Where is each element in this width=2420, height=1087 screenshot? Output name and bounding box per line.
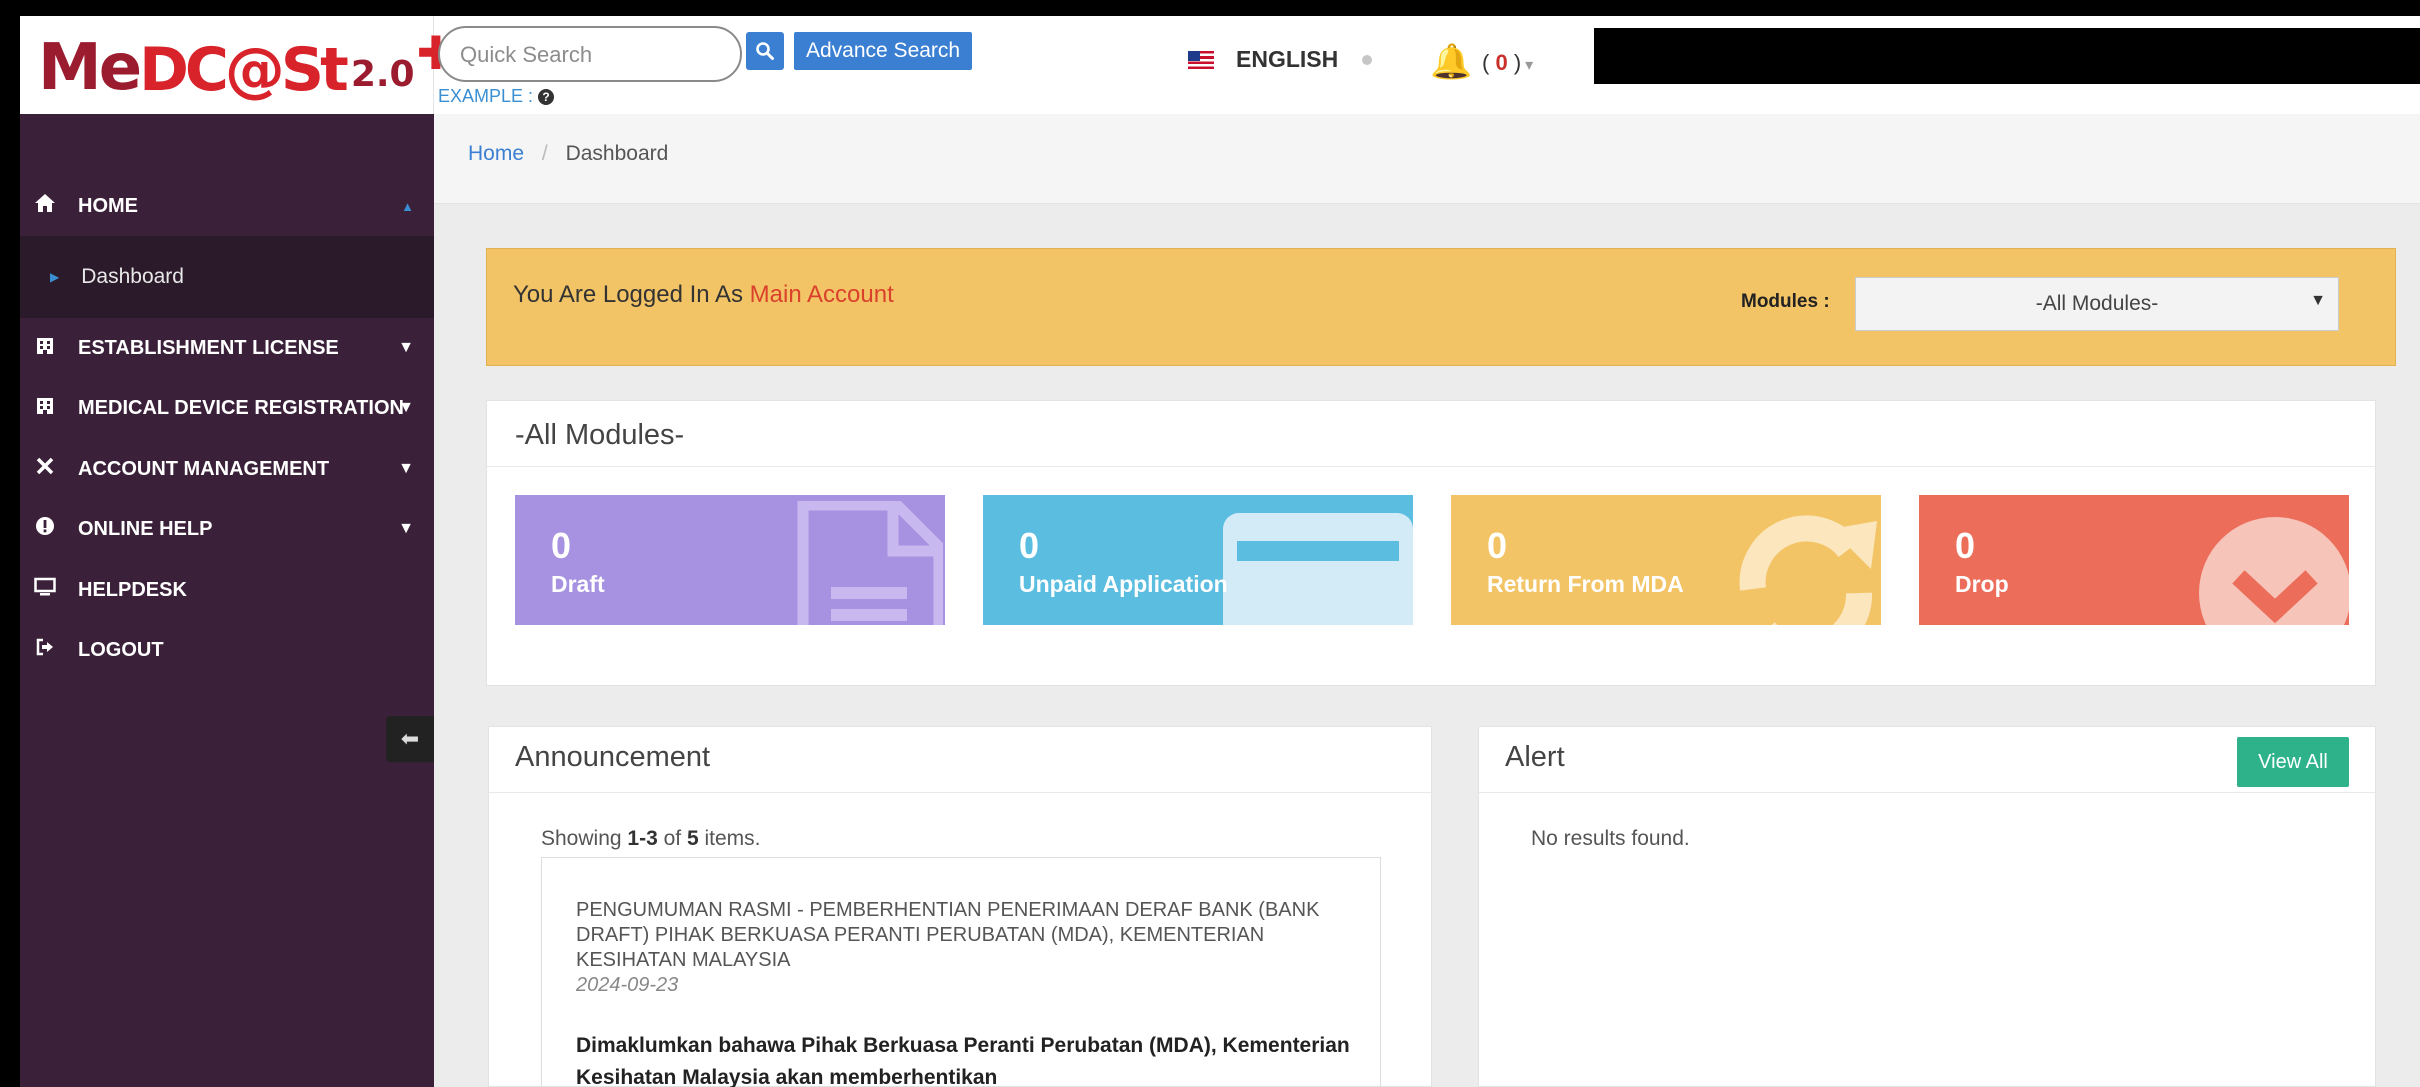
tile-drop[interactable]: 0 Drop xyxy=(1919,495,2349,625)
sidebar-item-establishment-license[interactable]: ESTABLISHMENT LICENSE ▼ xyxy=(20,318,434,378)
collapse-arrow-icon: ⬅ xyxy=(400,726,420,751)
tile-draft[interactable]: 0 Draft xyxy=(515,495,945,625)
refresh-icon xyxy=(1739,515,1877,625)
tile-label: Drop xyxy=(1955,571,2009,597)
us-flag-icon xyxy=(1188,50,1214,69)
logged-in-as-text: You Are Logged In As Main Account xyxy=(513,281,894,309)
modules-panel-title: -All Modules- xyxy=(487,401,2375,467)
announcement-item[interactable]: PENGUMUMAN RASMI - PEMBERHENTIAN PENERIM… xyxy=(541,857,1381,1087)
sidebar-item-online-help[interactable]: ONLINE HELP ▼ xyxy=(20,499,434,559)
credit-card-icon xyxy=(1223,513,1413,625)
breadcrumb-separator: / xyxy=(541,142,548,165)
sidebar-item-account-management[interactable]: ACCOUNT MANAGEMENT ▼ xyxy=(20,439,434,499)
sidebar-item-label: HELPDESK xyxy=(78,578,187,601)
summary-of: of xyxy=(663,827,682,850)
sidebar-subitem-dashboard[interactable]: ▶ Dashboard xyxy=(20,236,434,318)
app-window: MeDC@St2.0✚ Advance Search EXAMPLE : ? E… xyxy=(20,16,2420,1087)
view-all-button[interactable]: View All xyxy=(2237,737,2349,787)
caret-up-icon: ▲ xyxy=(401,198,414,214)
sidebar-collapse-button[interactable]: ⬅ xyxy=(386,716,434,762)
announcement-title: Announcement xyxy=(489,727,1431,793)
breadcrumb: Home / Dashboard xyxy=(434,114,2420,204)
tile-count: 0 xyxy=(551,525,572,566)
caret-down-icon: ▼ xyxy=(398,460,414,477)
sign-out-icon xyxy=(34,637,56,663)
building-icon xyxy=(34,395,56,421)
search-example: EXAMPLE : ? xyxy=(438,86,555,107)
monitor-icon xyxy=(34,577,56,603)
announcement-item-title[interactable]: PENGUMUMAN RASMI - PEMBERHENTIAN PENERIM… xyxy=(576,898,1356,973)
sidebar-item-logout[interactable]: LOGOUT xyxy=(20,620,434,680)
caret-down-icon: ▼ xyxy=(398,339,414,356)
sidebar-item-medical-device-registration[interactable]: MEDICAL DEVICE REGISTRATION ▼ xyxy=(20,378,434,438)
summary-prefix: Showing xyxy=(541,827,622,850)
language-status-dot xyxy=(1362,54,1373,65)
modules-select[interactable]: -All Modules- ▼ xyxy=(1855,277,2339,331)
sidebar-item-home[interactable]: HOME ▲ xyxy=(20,176,434,236)
quick-search-box xyxy=(438,26,742,82)
account-name: Main Account xyxy=(749,281,894,308)
announcement-panel: Announcement Showing 1-3 of 5 items. PEN… xyxy=(488,726,1432,1087)
search-icon xyxy=(756,42,774,60)
chevron-down-icon: ▼ xyxy=(2310,292,2326,309)
tools-icon xyxy=(34,456,56,482)
announcement-summary: Showing 1-3 of 5 items. xyxy=(541,827,761,851)
medcast-logo[interactable]: Me DC@St 2.0 ✚ xyxy=(38,27,455,100)
breadcrumb-current: Dashboard xyxy=(565,142,669,165)
sidebar-subitem-label: Dashboard xyxy=(81,265,184,288)
example-label: EXAMPLE : xyxy=(438,86,534,106)
caret-down-icon: ▼ xyxy=(398,520,414,537)
bell-icon[interactable]: 🔔 xyxy=(1430,42,1472,82)
caret-down-icon: ▾ xyxy=(1525,57,1534,74)
notification-count-value: 0 xyxy=(1495,50,1508,75)
sidebar-item-label: MEDICAL DEVICE REGISTRATION xyxy=(78,396,404,419)
summary-total: 5 xyxy=(686,827,699,850)
tile-label: Return From MDA xyxy=(1487,571,1684,597)
chevron-right-icon: ▶ xyxy=(50,270,60,284)
language-label: ENGLISH xyxy=(1236,46,1339,72)
building-icon xyxy=(34,335,56,361)
summary-suffix: items. xyxy=(704,827,761,850)
sidebar-item-label: ACCOUNT MANAGEMENT xyxy=(78,457,330,480)
modules-select-value: -All Modules- xyxy=(2035,292,2159,315)
sidebar-item-label: ONLINE HELP xyxy=(78,517,213,540)
quick-search-input[interactable] xyxy=(460,40,720,70)
top-header: MeDC@St2.0✚ Advance Search EXAMPLE : ? E… xyxy=(20,16,2420,114)
sidebar-item-label: LOGOUT xyxy=(78,638,164,661)
sidebar-item-label: ESTABLISHMENT LICENSE xyxy=(78,336,339,359)
logo-area: Me DC@St 2.0 ✚ xyxy=(20,16,455,114)
advance-search-button[interactable]: Advance Search xyxy=(794,32,973,70)
modules-label: Modules : xyxy=(1741,291,1830,312)
tile-return-from-mda[interactable]: 0 Return From MDA xyxy=(1451,495,1881,625)
announcement-item-date: 2024-09-23 xyxy=(576,974,679,996)
breadcrumb-home-link[interactable]: Home xyxy=(468,142,524,165)
document-icon xyxy=(797,501,943,625)
home-icon xyxy=(34,193,56,219)
caret-down-icon: ▼ xyxy=(398,399,414,416)
help-circle-icon[interactable]: ? xyxy=(538,89,555,106)
logged-in-prefix: You Are Logged In As xyxy=(513,281,743,308)
tile-unpaid-application[interactable]: 0 Unpaid Application xyxy=(983,495,1413,625)
tile-label: Unpaid Application xyxy=(1019,571,1228,597)
tile-label: Draft xyxy=(551,571,605,597)
login-banner: You Are Logged In As Main Account Module… xyxy=(486,248,2396,366)
sidebar-item-label: HOME xyxy=(78,194,138,217)
language-selector[interactable]: ENGLISH xyxy=(1188,46,1373,73)
summary-range: 1-3 xyxy=(627,827,658,850)
sidebar: HOME ▲ ▶ Dashboard ESTABLISHMENT LICENSE… xyxy=(20,114,434,1087)
tile-count: 0 xyxy=(1955,525,1976,566)
chevron-circle-icon xyxy=(2199,517,2349,625)
exclamation-circle-icon xyxy=(34,516,56,542)
sidebar-item-helpdesk[interactable]: HELPDESK xyxy=(20,560,434,620)
announcement-item-body: Dimaklumkan bahawa Pihak Berkuasa Perant… xyxy=(576,1034,1350,1087)
alert-empty-text: No results found. xyxy=(1531,827,1690,850)
user-info-redacted xyxy=(1594,28,2420,84)
modules-panel: -All Modules- 0 Draft 0 Unpaid Applicati… xyxy=(486,400,2376,686)
notification-count[interactable]: ( 0 ) ▾ xyxy=(1482,50,1533,76)
search-button[interactable] xyxy=(746,32,784,70)
tile-count: 0 xyxy=(1019,525,1040,566)
alert-panel: Alert View All No results found. xyxy=(1478,726,2376,1087)
tile-count: 0 xyxy=(1487,525,1508,566)
